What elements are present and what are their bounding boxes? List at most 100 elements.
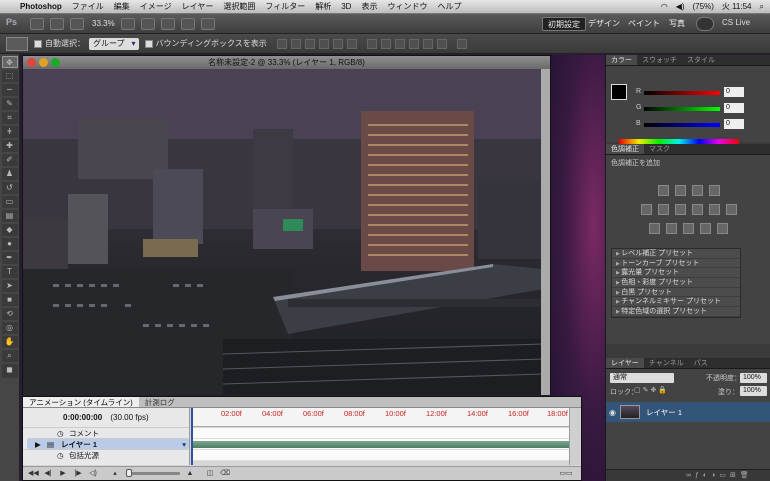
type-tool-icon[interactable]: T bbox=[1, 266, 18, 278]
pen-tool-icon[interactable]: ✒ bbox=[1, 252, 18, 264]
search-icon[interactable] bbox=[696, 17, 714, 31]
3d-orbit-tool-icon[interactable]: ◎ bbox=[1, 322, 18, 334]
crop-tool-icon[interactable]: ⌗ bbox=[1, 112, 18, 124]
tab-paths[interactable]: パス bbox=[689, 358, 713, 368]
volume-icon[interactable]: ◀) bbox=[676, 2, 685, 11]
invert-icon[interactable] bbox=[649, 223, 660, 234]
clone-stamp-tool-icon[interactable]: ♟ bbox=[1, 168, 18, 180]
align-right-icon[interactable] bbox=[346, 38, 357, 49]
zoom-tool-icon[interactable] bbox=[140, 17, 155, 30]
lasso-tool-icon[interactable]: ∽ bbox=[1, 84, 18, 96]
menu-3d[interactable]: 3D bbox=[341, 2, 351, 11]
eraser-tool-icon[interactable]: ▭ bbox=[1, 196, 18, 208]
bridge-icon[interactable] bbox=[30, 17, 44, 30]
path-select-tool-icon[interactable]: ➤ bbox=[1, 280, 18, 292]
timeline-zoom-slider[interactable] bbox=[126, 469, 180, 477]
layer-action-icons[interactable]: ∞ƒ◐◑▭⊞🗑 bbox=[686, 471, 753, 479]
preset-hue-saturation[interactable]: 色相・彩度 プリセット bbox=[612, 278, 740, 288]
play-icon[interactable]: ▶ bbox=[58, 470, 68, 478]
align-bottom-icon[interactable] bbox=[304, 38, 315, 49]
black-white-icon[interactable] bbox=[691, 204, 703, 215]
gradient-map-icon[interactable] bbox=[700, 223, 711, 234]
app-menu[interactable]: Photoshop bbox=[20, 2, 62, 11]
fill-input[interactable]: 100% bbox=[740, 386, 767, 396]
zoom-in-mountain-icon[interactable]: ▲ bbox=[185, 470, 195, 478]
cs-live-button[interactable]: CS Live bbox=[722, 18, 750, 27]
dodge-tool-icon[interactable]: ● bbox=[1, 238, 18, 250]
foreground-color-swatch[interactable] bbox=[611, 84, 627, 100]
tab-measurement-log[interactable]: 計測ログ bbox=[139, 397, 181, 407]
healing-brush-tool-icon[interactable]: ✚ bbox=[1, 140, 18, 152]
levels-icon[interactable] bbox=[674, 185, 686, 196]
green-value-input[interactable]: 0 bbox=[724, 103, 744, 113]
mini-bridge-icon[interactable] bbox=[50, 17, 64, 30]
auto-select-dropdown[interactable]: グループ bbox=[89, 37, 139, 50]
wifi-icon[interactable]: ◠ bbox=[661, 2, 668, 11]
brush-tool-icon[interactable]: ✐ bbox=[1, 154, 18, 166]
rotate-view-icon[interactable] bbox=[160, 17, 175, 30]
battery-status[interactable]: (75%) bbox=[693, 2, 714, 11]
track-comment[interactable] bbox=[191, 428, 569, 439]
lock-icons[interactable]: ▢✎✥🔒 bbox=[634, 386, 669, 394]
distribute-left-icon[interactable] bbox=[408, 38, 419, 49]
tab-adjustments[interactable]: 色調補正 bbox=[606, 144, 644, 154]
red-slider[interactable] bbox=[644, 91, 720, 95]
clock[interactable]: 火 11:54 bbox=[722, 1, 752, 12]
menu-layer[interactable]: レイヤー bbox=[182, 1, 214, 12]
hue-saturation-icon[interactable] bbox=[657, 204, 669, 215]
gradient-tool-icon[interactable]: ▤ bbox=[1, 210, 18, 222]
menu-view[interactable]: 表示 bbox=[361, 1, 377, 12]
menu-window[interactable]: ウィンドウ bbox=[387, 1, 427, 12]
tab-channels[interactable]: チャンネル bbox=[644, 358, 689, 368]
blue-value-input[interactable]: 0 bbox=[724, 119, 744, 129]
tab-color[interactable]: カラー bbox=[606, 55, 637, 65]
stopwatch-icon[interactable]: ◷ bbox=[57, 450, 64, 461]
timeline-row-comment[interactable]: ◷ コメント bbox=[23, 427, 189, 438]
next-frame-icon[interactable]: |▶ bbox=[73, 470, 83, 478]
zoom-level[interactable]: 33.3% bbox=[92, 19, 115, 28]
align-top-icon[interactable] bbox=[276, 38, 287, 49]
distribute-hcenter-icon[interactable] bbox=[422, 38, 433, 49]
align-vcenter-icon[interactable] bbox=[290, 38, 301, 49]
menu-image[interactable]: イメージ bbox=[140, 1, 172, 12]
preset-black-white[interactable]: 白黒 プリセット bbox=[612, 288, 740, 298]
exposure-icon[interactable] bbox=[708, 185, 720, 196]
brightness-contrast-icon[interactable] bbox=[657, 185, 669, 196]
workspace-photography[interactable]: 写真 bbox=[664, 17, 690, 31]
current-time-indicator[interactable] bbox=[191, 408, 193, 465]
preset-levels[interactable]: レベル補正 プリセット bbox=[612, 249, 740, 259]
timeline-row-global-light[interactable]: ◷ 包括光源 bbox=[23, 449, 189, 460]
slider-knob[interactable] bbox=[126, 469, 132, 477]
close-icon[interactable] bbox=[27, 58, 36, 67]
move-tool-icon[interactable]: ✥ bbox=[1, 56, 18, 68]
zoom-tool-icon[interactable]: ⌕ bbox=[1, 350, 18, 362]
first-frame-icon[interactable]: ◀◀ bbox=[28, 470, 39, 478]
timeline-ruler[interactable]: 02:00f 04:00f 06:00f 08:00f 10:00f 12:00… bbox=[191, 408, 569, 427]
tab-masks[interactable]: マスク bbox=[644, 144, 675, 154]
curves-icon[interactable] bbox=[691, 185, 703, 196]
green-slider[interactable] bbox=[644, 107, 720, 111]
zoom-out-mountain-icon[interactable]: ▴ bbox=[110, 470, 120, 478]
previous-frame-icon[interactable]: ◀| bbox=[43, 470, 53, 478]
distribute-bottom-icon[interactable] bbox=[394, 38, 405, 49]
menu-help[interactable]: ヘルプ bbox=[437, 1, 461, 12]
screen-mode-icon[interactable] bbox=[200, 17, 215, 30]
preset-exposure[interactable]: 露光量 プリセット bbox=[612, 268, 740, 279]
menu-edit[interactable]: 編集 bbox=[114, 1, 130, 12]
spotlight-icon[interactable]: ⌕ bbox=[760, 2, 764, 12]
selective-color-icon[interactable] bbox=[717, 223, 728, 234]
photo-filter-icon[interactable] bbox=[708, 204, 720, 215]
eyedropper-tool-icon[interactable]: ǂ bbox=[1, 126, 18, 138]
minimize-icon[interactable] bbox=[39, 58, 48, 67]
vibrance-icon[interactable] bbox=[640, 204, 652, 215]
document-canvas[interactable] bbox=[23, 69, 543, 395]
red-value-input[interactable]: 0 bbox=[724, 87, 744, 97]
animation-scrollbar[interactable] bbox=[569, 408, 581, 465]
document-scrollbar[interactable] bbox=[541, 69, 550, 395]
visibility-eye-icon[interactable]: ◉ bbox=[609, 408, 616, 417]
quick-select-tool-icon[interactable]: ✎ bbox=[1, 98, 18, 110]
channel-mixer-icon[interactable] bbox=[725, 204, 737, 215]
bounding-box-checkbox[interactable] bbox=[144, 39, 153, 48]
current-timecode[interactable]: 0:00:00:00 bbox=[63, 413, 102, 422]
menu-filter[interactable]: フィルター bbox=[265, 1, 305, 12]
